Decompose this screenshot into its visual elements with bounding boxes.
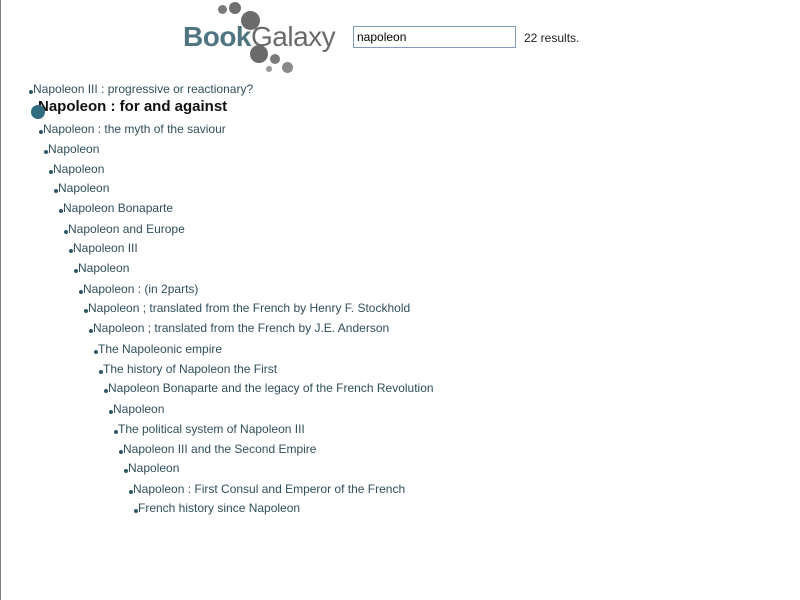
result-marker-icon — [89, 329, 93, 333]
search-input[interactable] — [353, 26, 516, 48]
result-item[interactable]: Napoleon and Europe — [64, 222, 185, 236]
result-item[interactable]: Napoleon — [109, 402, 165, 416]
result-title: Napoleon ; translated from the French by… — [88, 301, 411, 315]
result-item[interactable]: Napoleon — [54, 181, 110, 195]
result-title: Napoleon Bonaparte — [63, 201, 174, 215]
results-count: 22 results. — [524, 31, 580, 45]
result-title: Napoleon : First Consul and Emperor of t… — [133, 482, 406, 496]
result-title: Napoleon — [53, 162, 105, 176]
result-marker-icon — [44, 150, 48, 154]
result-title: Napoleon Bonaparte and the legacy of the… — [108, 381, 434, 395]
logo-dot — [266, 66, 272, 72]
result-marker-icon — [129, 490, 133, 494]
result-title: Napoleon — [128, 461, 180, 475]
result-marker-icon — [31, 105, 45, 119]
result-item[interactable]: Napoleon : First Consul and Emperor of t… — [129, 482, 406, 496]
result-marker-icon — [39, 130, 43, 134]
result-title: Napoleon III — [73, 241, 138, 255]
result-item[interactable]: Napoleon — [44, 142, 100, 156]
result-item[interactable]: Napoleon Bonaparte — [59, 201, 174, 215]
logo-dot — [270, 54, 280, 64]
logo-dot — [218, 5, 227, 14]
logo-book-text: Book — [183, 21, 252, 52]
result-marker-icon — [109, 410, 113, 414]
result-item[interactable]: The political system of Napoleon III — [114, 422, 305, 436]
result-marker-icon — [59, 209, 63, 213]
result-marker-icon — [49, 170, 53, 174]
result-title: French history since Napoleon — [138, 501, 301, 515]
result-item[interactable]: Napoleon ; translated from the French by… — [84, 301, 411, 315]
app-window: BookGalaxy 22 results. Napoleon III : pr… — [0, 0, 800, 600]
logo-wordmark: BookGalaxy — [183, 20, 336, 54]
result-title: Napoleon ; translated from the French by… — [93, 321, 390, 335]
result-title: Napoleon — [78, 261, 130, 275]
result-marker-icon — [104, 389, 108, 393]
result-item[interactable]: The Napoleonic empire — [94, 342, 223, 356]
result-title: Napoleon — [48, 142, 100, 156]
result-item[interactable]: Napoleon — [124, 461, 180, 475]
result-title: Napoleon — [58, 181, 110, 195]
result-marker-icon — [119, 450, 123, 454]
result-item[interactable]: Napoleon — [49, 162, 105, 176]
result-item[interactable]: Napoleon : the myth of the saviour — [39, 122, 226, 136]
result-marker-icon — [124, 469, 128, 473]
result-title: Napoleon : (in 2parts) — [83, 282, 199, 296]
result-item[interactable]: Napoleon III — [69, 241, 138, 255]
logo-dot — [229, 2, 241, 14]
result-title: Napoleon — [113, 402, 165, 416]
result-title: The Napoleonic empire — [98, 342, 223, 356]
result-marker-icon — [79, 290, 83, 294]
result-marker-icon — [29, 90, 33, 94]
result-title: Napoleon III : progressive or reactionar… — [33, 82, 254, 96]
result-item[interactable]: Napoleon III and the Second Empire — [119, 442, 317, 456]
result-marker-icon — [84, 309, 88, 313]
result-title: Napoleon : the myth of the saviour — [43, 122, 226, 136]
result-marker-icon — [54, 189, 58, 193]
result-title: Napoleon : for and against — [38, 98, 228, 115]
result-item[interactable]: Napoleon : (in 2parts) — [79, 282, 199, 296]
result-marker-icon — [69, 249, 73, 253]
logo-galaxy-text: Galaxy — [251, 21, 336, 52]
result-item[interactable]: The history of Napoleon the First — [99, 362, 278, 376]
result-item[interactable]: Napoleon — [74, 261, 130, 275]
result-title: The history of Napoleon the First — [103, 362, 278, 376]
result-title: Napoleon and Europe — [68, 222, 185, 236]
result-marker-icon — [94, 350, 98, 354]
result-item[interactable]: Napoleon : for and against — [31, 98, 228, 119]
result-item[interactable]: French history since Napoleon — [134, 501, 301, 515]
result-marker-icon — [64, 230, 68, 234]
result-title: The political system of Napoleon III — [118, 422, 305, 436]
result-marker-icon — [114, 430, 118, 434]
result-item[interactable]: Napoleon Bonaparte and the legacy of the… — [104, 381, 434, 395]
result-title: Napoleon III and the Second Empire — [123, 442, 317, 456]
result-marker-icon — [134, 509, 138, 513]
logo-dot — [282, 62, 293, 73]
result-marker-icon — [74, 269, 78, 273]
bookgalaxy-logo[interactable]: BookGalaxy — [181, 0, 351, 78]
result-marker-icon — [99, 370, 103, 374]
result-item[interactable]: Napoleon III : progressive or reactionar… — [29, 82, 254, 96]
result-item[interactable]: Napoleon ; translated from the French by… — [89, 321, 390, 335]
